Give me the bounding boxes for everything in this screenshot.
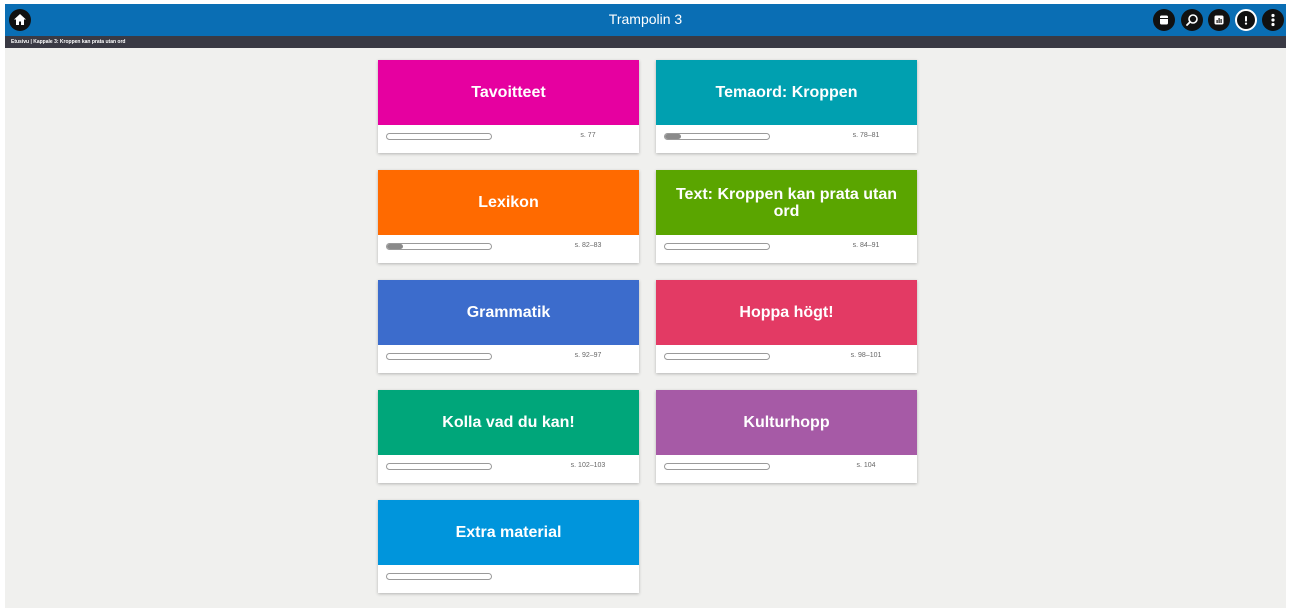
progress-bar (664, 243, 770, 250)
progress-bar (664, 133, 770, 140)
section-card-title: Kolla vad du kan! (378, 390, 639, 455)
page-range: s. 82–83 (574, 242, 602, 249)
progress-bar-fill (665, 134, 681, 139)
page-range: s. 84–91 (852, 242, 880, 249)
section-card[interactable]: Grammatik s. 92–97 (378, 280, 639, 373)
page-range: s. 102–103 (570, 462, 606, 469)
progress-bar (386, 243, 492, 250)
section-card-title: Text: Kroppen kan prata utan ord (656, 170, 917, 235)
chapter-card-grid: Tavoitteet s. 77 Temaord: Kroppen s. 78–81 L… (378, 60, 918, 593)
section-card-title: Tavoitteet (378, 60, 639, 125)
progress-bar (386, 573, 492, 580)
section-card-footer: s. 102–103 (378, 455, 639, 483)
section-card-footer: s. 98–101 (656, 345, 917, 373)
section-card-footer: s. 104 (656, 455, 917, 483)
section-card[interactable]: Extra material (378, 500, 639, 593)
more-button[interactable] (1262, 9, 1284, 31)
section-card-title: Hoppa högt! (656, 280, 917, 345)
top-bar: Trampolin 3 (5, 4, 1286, 36)
alert-button[interactable] (1235, 9, 1257, 31)
section-card[interactable]: Kolla vad du kan! s. 102–103 (378, 390, 639, 483)
report-icon (1214, 15, 1224, 25)
report-button[interactable] (1208, 9, 1230, 31)
section-card-title: Temaord: Kroppen (656, 60, 917, 125)
section-card[interactable]: Temaord: Kroppen s. 78–81 (656, 60, 917, 153)
progress-bar (386, 463, 492, 470)
notebook-button[interactable] (1153, 9, 1175, 31)
page-range: s. 78–81 (852, 132, 880, 139)
section-card-footer: s. 84–91 (656, 235, 917, 263)
app-frame: Trampolin 3 Etusivu | Kappale 3: Kroppen… (5, 4, 1286, 608)
search-icon (1186, 14, 1198, 26)
section-card-footer: s. 82–83 (378, 235, 639, 263)
app-title: Trampolin 3 (608, 11, 683, 27)
section-card-title: Extra material (378, 500, 639, 565)
breadcrumb[interactable]: Etusivu | Kappale 3: Kroppen kan prata u… (5, 36, 1286, 48)
section-card[interactable]: Tavoitteet s. 77 (378, 60, 639, 153)
progress-bar (386, 353, 492, 360)
section-card-footer (378, 565, 639, 593)
search-button[interactable] (1181, 9, 1203, 31)
more-icon (1271, 13, 1275, 27)
progress-bar-fill (387, 244, 403, 249)
section-card[interactable]: Hoppa högt! s. 98–101 (656, 280, 917, 373)
section-card[interactable]: Text: Kroppen kan prata utan ord s. 84–91 (656, 170, 917, 263)
progress-bar (664, 463, 770, 470)
section-card[interactable]: Lexikon s. 82–83 (378, 170, 639, 263)
section-card[interactable]: Kulturhopp s. 104 (656, 390, 917, 483)
section-card-footer: s. 77 (378, 125, 639, 153)
progress-bar (664, 353, 770, 360)
page-range: s. 98–101 (850, 352, 882, 359)
notebook-icon (1160, 15, 1168, 25)
page-range: s. 77 (580, 132, 596, 139)
page-range: s. 92–97 (574, 352, 602, 359)
section-card-footer: s. 78–81 (656, 125, 917, 153)
alert-icon (1244, 16, 1248, 25)
section-card-title: Grammatik (378, 280, 639, 345)
section-card-footer: s. 92–97 (378, 345, 639, 373)
section-card-title: Kulturhopp (656, 390, 917, 455)
progress-bar (386, 133, 492, 140)
section-card-title: Lexikon (378, 170, 639, 235)
page-range: s. 104 (856, 462, 876, 469)
